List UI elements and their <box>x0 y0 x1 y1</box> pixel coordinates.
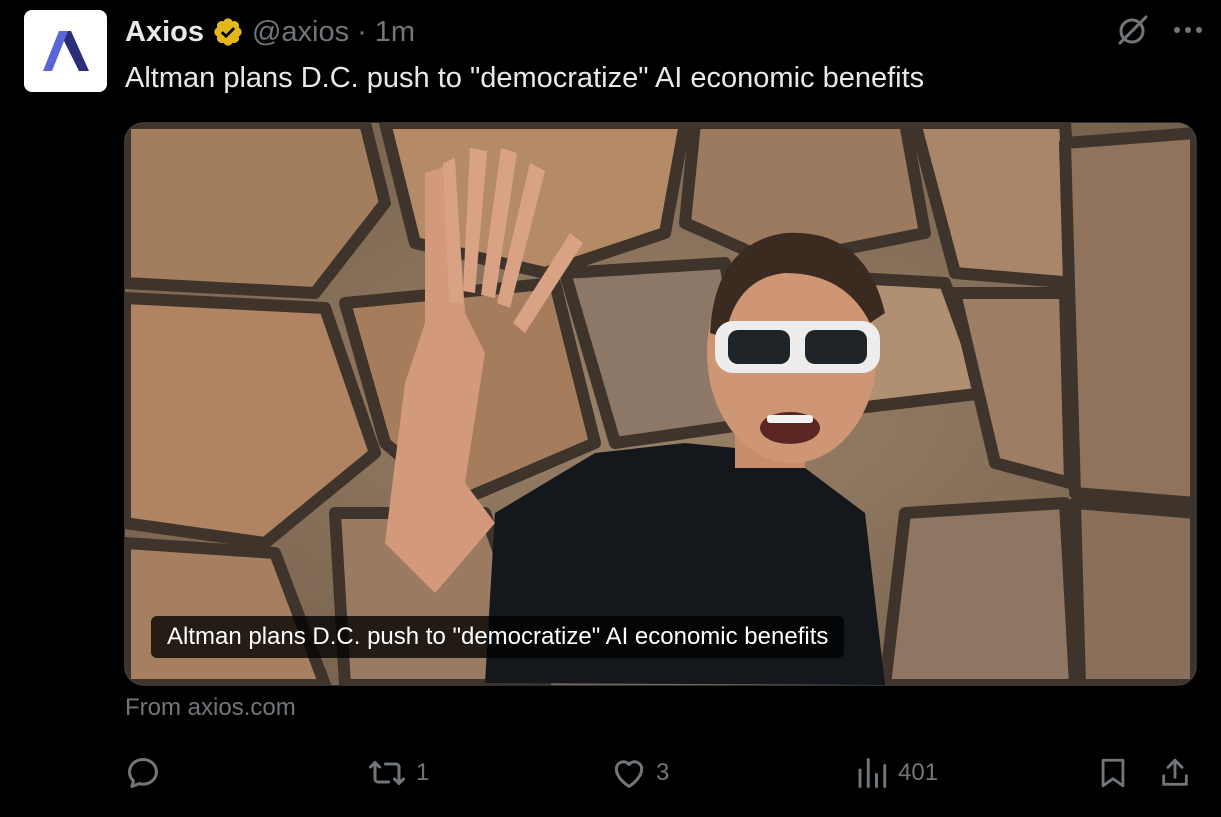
tweet-header: Axios @axios · 1m <box>125 12 415 52</box>
top-actions <box>1115 12 1203 48</box>
grok-icon[interactable] <box>1115 12 1151 48</box>
link-card[interactable]: Altman plans D.C. push to "democratize" … <box>124 122 1197 686</box>
bookmark-button[interactable] <box>1096 752 1130 794</box>
card-source[interactable]: From axios.com <box>125 694 296 722</box>
share-button[interactable] <box>1158 752 1192 794</box>
avatar[interactable] <box>24 10 107 92</box>
handle[interactable]: @axios <box>252 16 349 49</box>
tweet-text: Altman plans D.C. push to "democratize" … <box>125 62 925 94</box>
more-icon[interactable] <box>1173 25 1203 35</box>
axios-logo-icon <box>42 31 89 71</box>
like-count: 3 <box>656 759 670 786</box>
reply-icon <box>128 758 158 788</box>
views-count: 401 <box>898 759 939 786</box>
views-icon <box>858 758 887 788</box>
like-button[interactable]: 3 <box>610 752 669 794</box>
action-bar: 1 3 401 <box>0 752 1221 794</box>
repost-count: 1 <box>416 759 430 786</box>
card-caption: Altman plans D.C. push to "democratize" … <box>151 616 845 658</box>
repost-button[interactable]: 1 <box>366 752 429 794</box>
display-name[interactable]: Axios <box>125 16 204 49</box>
card-image <box>125 123 1196 685</box>
verified-badge-icon[interactable] <box>212 16 244 48</box>
separator-dot: · <box>357 15 367 48</box>
views-button[interactable]: 401 <box>854 752 938 794</box>
share-icon <box>1162 758 1188 786</box>
like-icon <box>614 760 644 788</box>
timestamp[interactable]: 1m <box>375 16 415 49</box>
reply-button[interactable] <box>124 752 170 794</box>
repost-icon <box>369 761 405 785</box>
bookmark-icon <box>1101 758 1125 788</box>
